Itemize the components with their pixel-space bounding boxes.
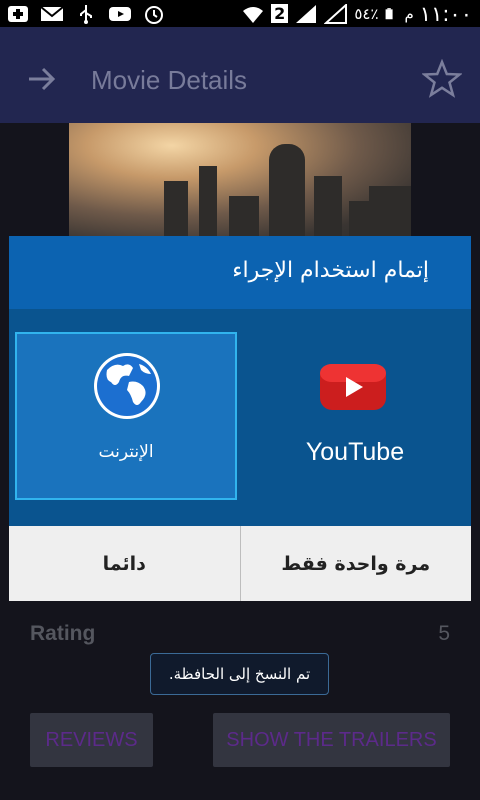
favorite-star-icon[interactable] — [422, 59, 462, 99]
reviews-button[interactable]: REVIEWS — [30, 713, 153, 767]
signal-icon — [324, 3, 348, 24]
dialog-header: إتمام استخدام الإجراء — [9, 236, 471, 309]
clock: ١١:٠٠ — [419, 1, 472, 26]
usb-icon — [80, 4, 92, 24]
app-option-internet[interactable]: الإنترنت — [15, 332, 237, 500]
youtube-icon — [109, 6, 131, 21]
sim-badge: 2 — [271, 4, 289, 23]
add-icon — [8, 5, 28, 22]
battery-icon — [385, 7, 393, 19]
youtube-play-icon — [320, 364, 386, 410]
rating-label: Rating — [30, 622, 96, 645]
app-bar: Movie Details — [0, 27, 480, 123]
alarm-icon — [145, 5, 163, 24]
app-chooser: الإنترنت YouTube — [9, 309, 471, 526]
status-bar: 2 ٥٤٪ م ١١:٠٠ — [0, 0, 480, 27]
system-icons: 2 ٥٤٪ م ١١:٠٠ — [241, 0, 472, 27]
show-trailers-button[interactable]: SHOW THE TRAILERS — [213, 713, 450, 767]
always-button[interactable]: دائما — [9, 526, 240, 601]
app-label-internet: الإنترنت — [98, 442, 154, 462]
wifi-icon — [243, 6, 264, 23]
battery-percent: ٥٤٪ — [354, 4, 379, 23]
app-option-youtube[interactable]: YouTube — [239, 332, 471, 500]
app-label-youtube: YouTube — [305, 438, 405, 466]
email-icon — [40, 5, 64, 21]
just-once-button[interactable]: مرة واحدة فقط — [241, 526, 472, 601]
back-arrow-icon[interactable] — [26, 65, 56, 93]
dialog-title: إتمام استخدام الإجراء — [232, 258, 429, 283]
page-title: Movie Details — [91, 65, 248, 95]
notification-icons — [6, 2, 166, 25]
dialog-buttons: دائما مرة واحدة فقط — [9, 526, 471, 601]
movie-poster — [69, 123, 411, 236]
ampm: م — [404, 4, 414, 23]
signal-icon — [296, 4, 317, 23]
rating-value: 5 — [438, 622, 450, 645]
globe-icon — [94, 353, 160, 419]
copied-toast: تم النسخ إلى الحافظة. — [150, 653, 329, 695]
complete-action-dialog: إتمام استخدام الإجراء الإنترنت YouTube د… — [9, 236, 471, 601]
